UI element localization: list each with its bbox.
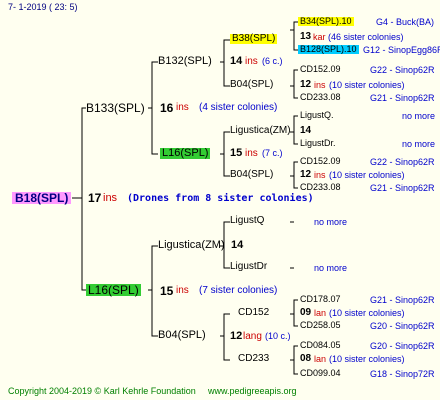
g3-queen-8-unit: lan [314, 354, 327, 364]
g2-queen-1-name[interactable]: B132(SPL) [158, 56, 212, 67]
g3-queen-5-name[interactable]: LigustQ [230, 216, 264, 226]
g4-queen-8-name[interactable]: CD233.08 [300, 183, 341, 192]
g4-queen-3-name[interactable]: CD152.09 [300, 65, 341, 74]
g4-queen-7-name[interactable]: CD152.09 [300, 157, 341, 166]
g4-queen-7-tag: G22 - Sinop62R [370, 157, 435, 167]
g3-queen-8-num: 08 [300, 353, 312, 364]
g2-queen-1-num: 14 [230, 55, 243, 67]
g4-queen-10-tag: no more [314, 263, 348, 273]
g3-queen-7-note: (10 sister colonies) [329, 308, 405, 318]
g1-queen-1-unit: ins [176, 102, 189, 113]
g4-queen-1-tag: G4 - Buck(BA) [376, 17, 435, 27]
g4-queen-13-name[interactable]: CD084.05 [300, 341, 341, 350]
g4-queen-11-tag: G21 - Sinop62R [370, 295, 435, 305]
g3-queen-6-name[interactable]: LigustDr [230, 262, 267, 272]
g4-queen-3-tag: G22 - Sinop62R [370, 65, 435, 75]
g2-queen-1-note: (6 c.) [262, 56, 283, 66]
g3-queen-4-unit: ins [314, 170, 326, 180]
g3-queen-7-num: 09 [300, 307, 312, 318]
g4-queen-12-tag: G20 - Sinop62R [370, 321, 435, 331]
g2-queen-2-num: 15 [230, 147, 243, 159]
g2-queen-4-unit: lang [243, 331, 262, 342]
g3-queen-4-name[interactable]: B04(SPL) [230, 170, 273, 180]
g4-queen-13-tag: G20 - Sinop62R [370, 341, 435, 351]
g2-queen-2-name[interactable]: L16(SPL) [160, 148, 211, 159]
g1-queen-1-name[interactable]: B133(SPL) [86, 102, 145, 114]
g2-queen-1-unit: ins [245, 56, 258, 67]
g1-queen-1-note: (4 sister colonies) [199, 102, 278, 113]
g3-queen-8-name[interactable]: CD233 [238, 354, 269, 364]
g1-queen-2-unit: ins [176, 285, 189, 296]
g3-queen-7-name[interactable]: CD152 [238, 308, 269, 318]
g3-queen-1-note: (46 sister colonies) [328, 32, 404, 42]
g3-queen-2-note: (10 sister colonies) [329, 80, 405, 90]
footer-copyright: Copyright 2004-2019 © Karl Kehrle Founda… [8, 386, 196, 396]
g3-queen-3-num: 14 [300, 125, 312, 136]
g2-queen-2-note: (7 c.) [262, 148, 283, 158]
g4-queen-6-tag: no more [402, 139, 436, 149]
g2-queen-3-name[interactable]: Ligustica(ZM) [158, 240, 225, 251]
g1-queen-2-num: 15 [160, 284, 174, 298]
g3-queen-2-name[interactable]: B04(SPL) [230, 80, 273, 90]
root-drone-note: (Drones from 8 sister colonies) [127, 193, 314, 204]
footer-site-link[interactable]: www.pedigreeapis.org [208, 387, 297, 396]
g3-queen-4-num: 12 [300, 169, 312, 180]
g1-queen-2-note: (7 sister colonies) [199, 285, 278, 296]
g2-queen-4-name[interactable]: B04(SPL) [158, 330, 206, 341]
g4-queen-4-tag: G21 - Sinop62R [370, 93, 435, 103]
pedigree-page: 7- 1-2019 ( 23: 5) B18(SPL) 17 ins (Dron… [0, 0, 440, 400]
g2-queen-4-note: (10 c.) [265, 331, 291, 341]
g4-queen-11-name[interactable]: CD178.07 [300, 295, 341, 304]
g1-queen-2-name[interactable]: L16(SPL) [86, 284, 141, 296]
g3-queen-3-name[interactable]: Ligustica(ZM) [230, 126, 291, 136]
g4-queen-14-tag: G18 - Sinop72R [370, 369, 435, 379]
root-unit: ins [103, 192, 118, 204]
g4-queen-8-tag: G21 - Sinop62R [370, 183, 435, 193]
g4-queen-5-name[interactable]: LigustQ. [300, 111, 334, 120]
g1-queen-1-num: 16 [160, 101, 174, 115]
g3-queen-8-note: (10 sister colonies) [329, 354, 405, 364]
g4-queen-2-name[interactable]: B128(SPL).10 [298, 45, 359, 54]
g4-queen-6-name[interactable]: LigustDr. [300, 139, 336, 148]
root-num: 17 [88, 191, 102, 205]
g4-queen-4-name[interactable]: CD233.08 [300, 93, 341, 102]
g4-queen-14-name[interactable]: CD099.04 [300, 369, 341, 378]
g4-queen-12-name[interactable]: CD258.05 [300, 321, 341, 330]
g2-queen-4-num: 12 [230, 330, 243, 342]
g3-queen-7-unit: lan [314, 308, 327, 318]
g4-queen-1-name[interactable]: B34(SPL).10 [298, 17, 354, 26]
g3-queen-2-unit: ins [314, 80, 326, 90]
g4-queen-5-tag: no more [402, 111, 436, 121]
g3-queen-4-note: (10 sister colonies) [329, 170, 405, 180]
g3-queen-1-unit: kar [313, 32, 326, 42]
g3-queen-1-num: 13 [300, 31, 312, 42]
g4-queen-2-tag: G12 - SinopEgg86R [363, 45, 440, 55]
g3-queen-2-num: 12 [300, 79, 312, 90]
root-queen-name[interactable]: B18(SPL) [12, 192, 72, 204]
g2-queen-3-num: 14 [231, 239, 244, 251]
g3-queen-1-name[interactable]: B38(SPL) [230, 34, 278, 44]
g2-queen-2-unit: ins [245, 148, 258, 159]
g4-queen-9-tag: no more [314, 217, 348, 227]
pedigree-date: 7- 1-2019 ( 23: 5) [8, 2, 78, 12]
